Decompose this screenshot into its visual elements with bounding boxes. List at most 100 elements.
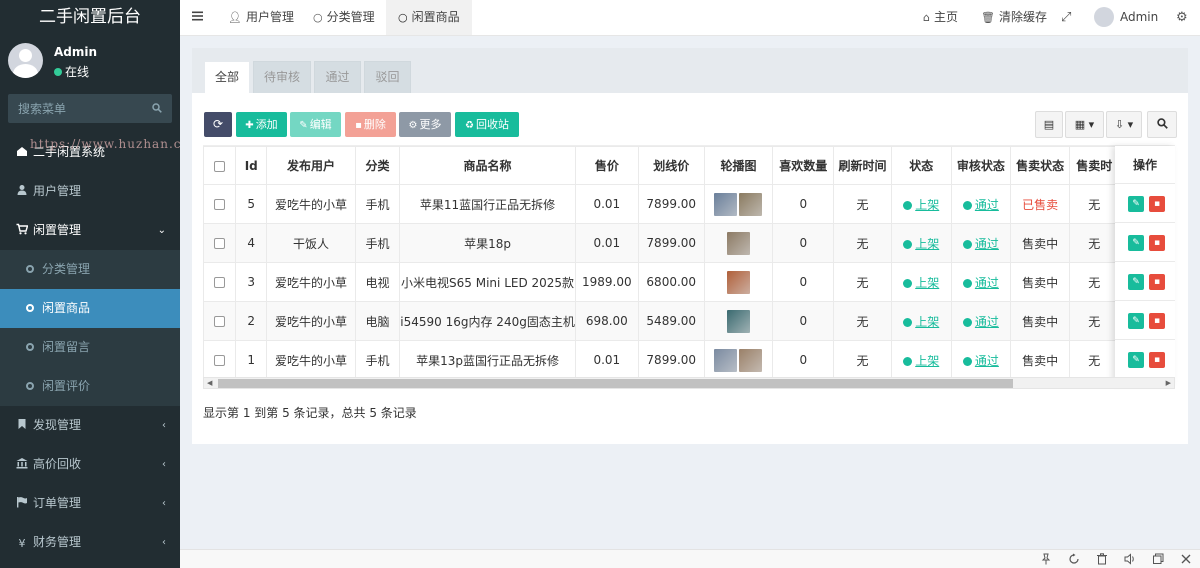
sidebar-item-recycle[interactable]: 高价回收 ‹ — [0, 445, 180, 484]
row-delete-button[interactable]: ▪ — [1149, 274, 1165, 290]
cell-review[interactable]: 通过 — [950, 301, 1011, 341]
scroll-right-icon[interactable]: ▶ — [1166, 378, 1171, 388]
sidebar-item-idle[interactable]: 闲置管理 ⌄ — [0, 211, 180, 250]
carousel-thumbnail[interactable] — [726, 270, 750, 294]
cell-status[interactable]: 上架 — [890, 301, 952, 341]
more-button[interactable]: ⚙ 更多 — [399, 112, 451, 137]
review-link[interactable]: 通过 — [975, 276, 999, 290]
status-link[interactable]: 上架 — [915, 276, 939, 290]
row-edit-button[interactable]: ✎ — [1128, 352, 1144, 368]
sidebar-item-category[interactable]: 分类管理 — [0, 250, 180, 289]
row-checkbox[interactable] — [214, 316, 226, 327]
row-edit-button[interactable]: ✎ — [1128, 313, 1144, 329]
horizontal-scrollbar[interactable]: ◀ ▶ — [203, 377, 1175, 389]
carousel-thumbnail[interactable] — [739, 348, 763, 372]
close-icon[interactable] — [1180, 553, 1192, 565]
edit-button[interactable]: ✎ 编辑 — [290, 112, 341, 137]
refresh-icon[interactable] — [1068, 553, 1080, 565]
status-link[interactable]: 上架 — [915, 354, 939, 368]
review-link[interactable]: 通过 — [975, 237, 999, 251]
cell-status[interactable]: 上架 — [890, 262, 952, 302]
column-header[interactable]: 售卖时 — [1069, 146, 1120, 185]
tab-users[interactable]: 👤︎ 用户管理 — [228, 0, 294, 35]
status-link[interactable]: 上架 — [915, 315, 939, 329]
settings-button[interactable]: ⚙ — [1176, 0, 1192, 35]
row-delete-button[interactable]: ▪ — [1149, 196, 1165, 212]
row-edit-button[interactable]: ✎ — [1128, 196, 1144, 212]
tab-pending[interactable]: 待审核 — [253, 61, 311, 93]
column-header[interactable]: 审核状态 — [950, 146, 1011, 185]
row-delete-button[interactable]: ▪ — [1149, 352, 1165, 368]
toggle-view-button[interactable]: ▤ — [1035, 111, 1063, 138]
tab-all[interactable]: 全部 — [204, 61, 250, 93]
cell-status[interactable]: 上架 — [890, 223, 952, 263]
review-link[interactable]: 通过 — [975, 198, 999, 212]
sidebar-item-users[interactable]: 用户管理 — [0, 172, 180, 211]
sidebar-item-messages[interactable]: 闲置留言 — [0, 328, 180, 367]
row-checkbox[interactable] — [214, 355, 226, 366]
row-edit-button[interactable]: ✎ — [1128, 235, 1144, 251]
select-all-checkbox[interactable] — [214, 160, 226, 172]
tab-category[interactable]: ○ 分类管理 — [313, 0, 375, 35]
column-header[interactable]: Id — [235, 146, 268, 185]
column-header[interactable]: 喜欢数量 — [772, 146, 835, 185]
admin-menu[interactable]: Admin — [1094, 0, 1158, 35]
sidebar-item-reviews[interactable]: 闲置评价 — [0, 367, 180, 406]
column-header[interactable]: 刷新时间 — [833, 146, 892, 185]
add-button[interactable]: ✚ 添加 — [236, 112, 287, 137]
row-edit-button[interactable]: ✎ — [1128, 274, 1144, 290]
carousel-thumbnail[interactable] — [714, 192, 738, 216]
clear-cache-button[interactable]: 🗑︎ 清除缓存 — [981, 0, 1047, 35]
window-icon[interactable] — [1152, 553, 1164, 565]
columns-button[interactable]: ▦ ▾ — [1065, 111, 1104, 138]
column-header[interactable]: 状态 — [890, 146, 952, 185]
carousel-thumbnail[interactable] — [726, 231, 750, 255]
sidebar-item-finance[interactable]: ¥ 财务管理 ‹ — [0, 523, 180, 562]
review-link[interactable]: 通过 — [975, 315, 999, 329]
row-checkbox[interactable] — [214, 199, 226, 210]
row-checkbox[interactable] — [214, 277, 226, 288]
row-checkbox[interactable] — [214, 238, 226, 249]
cell-status[interactable]: 上架 — [890, 340, 952, 380]
status-link[interactable]: 上架 — [915, 237, 939, 251]
column-header[interactable]: 商品名称 — [399, 146, 576, 185]
pin-icon[interactable] — [1040, 553, 1052, 565]
trash-icon[interactable] — [1096, 553, 1108, 565]
sidebar-item-discover[interactable]: 发现管理 ‹ — [0, 406, 180, 445]
scrollbar-thumb[interactable] — [218, 379, 1013, 388]
menu-search-input[interactable] — [8, 94, 148, 123]
sidebar-item-orders[interactable]: 订单管理 ‹ — [0, 484, 180, 523]
sidebar-item-goods[interactable]: 闲置商品 — [0, 289, 180, 328]
app-logo[interactable]: 二手闲置后台 — [0, 0, 180, 36]
cell-status[interactable]: 上架 — [890, 184, 952, 224]
delete-button[interactable]: ▪ 删除 — [345, 112, 396, 137]
recycle-bin-button[interactable]: ♻ 回收站 — [455, 112, 519, 137]
search-button[interactable] — [1147, 111, 1177, 138]
row-delete-button[interactable]: ▪ — [1149, 313, 1165, 329]
tab-goods[interactable]: ○ 闲置商品 — [386, 0, 472, 35]
scroll-left-icon[interactable]: ◀ — [207, 378, 212, 388]
search-icon[interactable] — [152, 103, 162, 113]
carousel-thumbnail[interactable] — [726, 309, 750, 333]
cell-review[interactable]: 通过 — [950, 262, 1011, 302]
volume-icon[interactable] — [1124, 553, 1136, 565]
carousel-thumbnail[interactable] — [739, 192, 763, 216]
column-header[interactable]: 售价 — [574, 146, 639, 185]
cell-review[interactable]: 通过 — [950, 340, 1011, 380]
column-header[interactable]: 售卖状态 — [1009, 146, 1071, 185]
cell-review[interactable]: 通过 — [950, 184, 1011, 224]
menu-toggle-button[interactable] — [192, 0, 206, 35]
column-header[interactable]: 分类 — [354, 146, 401, 185]
column-header[interactable]: 划线价 — [637, 146, 705, 185]
fullscreen-button[interactable]: ⤢ — [1061, 0, 1075, 35]
cell-review[interactable]: 通过 — [950, 223, 1011, 263]
column-header[interactable]: 发布用户 — [266, 146, 356, 185]
home-link[interactable]: ⌂ 主页 — [923, 0, 958, 35]
row-delete-button[interactable]: ▪ — [1149, 235, 1165, 251]
column-header[interactable]: 轮播图 — [703, 146, 774, 185]
tab-approved[interactable]: 通过 — [314, 61, 361, 93]
carousel-thumbnail[interactable] — [714, 348, 738, 372]
status-link[interactable]: 上架 — [915, 198, 939, 212]
sidebar-item-system[interactable]: 二手闲置系统 — [0, 133, 180, 172]
tab-rejected[interactable]: 驳回 — [364, 61, 411, 93]
